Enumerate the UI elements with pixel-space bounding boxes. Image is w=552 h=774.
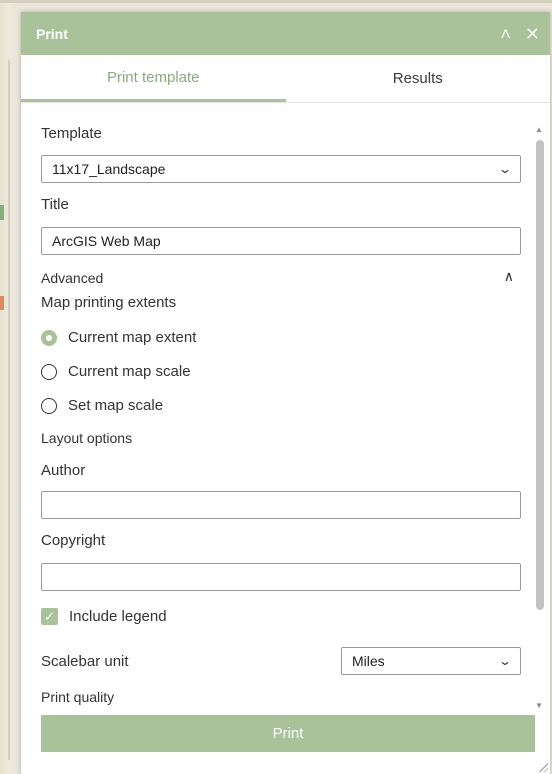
template-select[interactable]: 11x17_Landscape ⌄ bbox=[41, 155, 521, 183]
chevron-down-icon: ⌄ bbox=[497, 654, 513, 668]
double-chevron-up-icon[interactable]: ˄ bbox=[500, 25, 511, 43]
template-label: Template bbox=[41, 125, 102, 142]
scrollbar-thumb[interactable] bbox=[536, 140, 544, 610]
map-building-area bbox=[0, 296, 4, 310]
print-panel: Print ˄ ✕ Print template Results Templat… bbox=[21, 12, 550, 774]
copyright-input[interactable] bbox=[41, 563, 521, 591]
author-input[interactable] bbox=[41, 491, 521, 519]
panel-header: Print ˄ ✕ bbox=[21, 12, 550, 55]
panel-title: Print bbox=[36, 25, 68, 42]
scalebar-select[interactable]: Miles ⌄ bbox=[341, 647, 521, 675]
scroll-down-arrow-icon[interactable]: ▼ bbox=[535, 701, 543, 710]
resize-handle-icon[interactable] bbox=[538, 762, 548, 772]
author-label: Author bbox=[41, 462, 86, 479]
radio-label: Set map scale bbox=[68, 397, 164, 414]
copyright-label: Copyright bbox=[41, 532, 106, 549]
print-quality-label: Print quality bbox=[41, 689, 115, 705]
radio-checked-icon bbox=[41, 329, 57, 346]
title-input[interactable] bbox=[41, 227, 521, 255]
include-legend-checkbox[interactable]: ✓ Include legend bbox=[41, 608, 167, 625]
scalebar-select-value: Miles bbox=[352, 653, 385, 669]
tab-print-template[interactable]: Print template bbox=[21, 55, 286, 102]
radio-unchecked-icon bbox=[41, 397, 57, 414]
extents-label: Map printing extents bbox=[41, 294, 177, 311]
scrollbar[interactable]: ▲ ▼ bbox=[534, 125, 546, 710]
scroll-up-arrow-icon[interactable]: ▲ bbox=[535, 125, 543, 134]
scalebar-label: Scalebar unit bbox=[41, 653, 129, 670]
print-button[interactable]: Print bbox=[41, 715, 535, 752]
radio-current-map-scale[interactable]: Current map scale bbox=[41, 363, 191, 380]
tab-bar: Print template Results bbox=[21, 55, 550, 103]
chevron-up-icon[interactable]: ∧ bbox=[504, 268, 514, 285]
close-icon[interactable]: ✕ bbox=[525, 25, 540, 43]
radio-label: Current map scale bbox=[68, 363, 191, 380]
checkmark-icon: ✓ bbox=[41, 608, 58, 625]
advanced-label: Advanced bbox=[41, 270, 104, 286]
include-legend-label: Include legend bbox=[69, 608, 167, 625]
radio-unchecked-icon bbox=[41, 363, 57, 380]
title-label: Title bbox=[41, 196, 69, 213]
radio-label: Current map extent bbox=[68, 329, 197, 346]
tab-results[interactable]: Results bbox=[286, 55, 551, 102]
layout-options-label: Layout options bbox=[41, 430, 133, 446]
chevron-down-icon: ⌄ bbox=[497, 162, 513, 176]
radio-set-map-scale[interactable]: Set map scale bbox=[41, 397, 163, 414]
template-select-value: 11x17_Landscape bbox=[52, 161, 166, 177]
radio-current-map-extent[interactable]: Current map extent bbox=[41, 329, 196, 346]
map-park-area bbox=[0, 205, 4, 220]
